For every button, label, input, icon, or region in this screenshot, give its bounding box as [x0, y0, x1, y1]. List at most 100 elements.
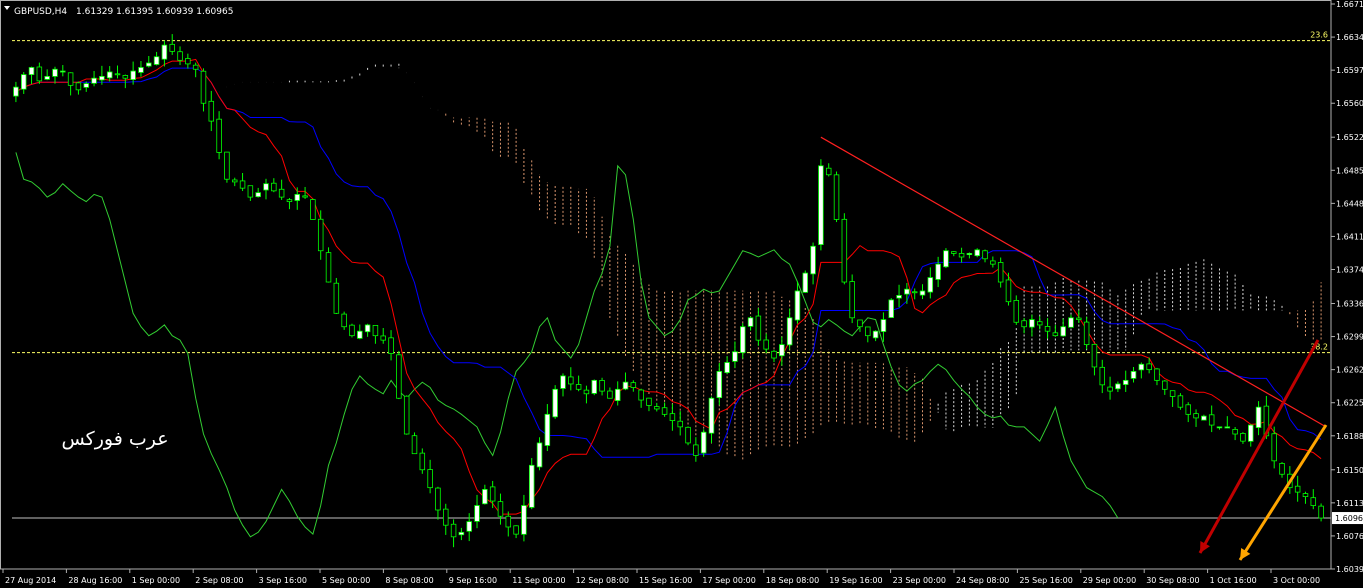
candle-body — [747, 317, 754, 327]
candle-body — [263, 183, 269, 191]
candle-body — [755, 315, 762, 341]
candle-body — [997, 262, 1004, 283]
candle-body — [779, 344, 785, 357]
candle-body — [661, 407, 668, 415]
candle-body — [599, 380, 605, 392]
candle-body — [99, 76, 105, 81]
candle-body — [185, 58, 191, 65]
candle-body — [693, 444, 699, 456]
candle-body — [740, 326, 746, 354]
candle-body — [106, 71, 113, 79]
candle-body — [216, 118, 222, 153]
candle-body — [325, 252, 332, 283]
candle-body — [138, 67, 144, 73]
price-axis[interactable]: 1.6671 1.6634 1.6597 1.6560 1.6522 1.6485 1.64… — [1331, 0, 1363, 574]
current-price-label: 1.6096 — [1335, 514, 1363, 523]
watermark-text: عرب فوركس — [61, 428, 168, 450]
candle-body — [1076, 317, 1082, 320]
candle-body — [528, 464, 535, 508]
candle-body — [1294, 485, 1301, 493]
candle-body — [544, 413, 551, 446]
x-tick-label: 3 Sep 16:00 — [259, 576, 307, 585]
candle-body — [310, 199, 316, 220]
candle-body — [1021, 320, 1027, 328]
y-tick-label: 1.6336 — [1336, 299, 1363, 308]
x-tick-label: 17 Sep 00:00 — [702, 576, 755, 585]
candle-body — [1013, 300, 1020, 323]
y-tick-label: 1.6076 — [1336, 532, 1363, 541]
candle-body — [380, 335, 386, 341]
candle-body — [857, 319, 863, 328]
x-tick-label: 25 Sep 16:00 — [1019, 576, 1072, 585]
candle-body — [130, 70, 136, 81]
candle-body — [200, 70, 207, 104]
candle-body — [482, 489, 488, 505]
y-tick-label: 1.6374 — [1336, 266, 1363, 275]
y-tick-label: 1.6039 — [1336, 565, 1363, 574]
candle-body — [966, 253, 973, 256]
candle-body — [286, 199, 293, 202]
candle-body — [114, 73, 121, 76]
candle-body — [982, 250, 988, 260]
candle-body — [1091, 343, 1098, 368]
candle-body — [1029, 319, 1035, 328]
x-tick-label: 29 Sep 00:00 — [1083, 576, 1136, 585]
candle-body — [44, 76, 50, 80]
time-axis[interactable]: 27 Aug 2014 28 Aug 16:00 1 Sep 00:00 2 Sep … — [2, 569, 1320, 585]
candle-body — [927, 277, 934, 293]
candle-body — [771, 350, 777, 359]
candle-body — [1310, 497, 1317, 506]
candle-body — [1318, 505, 1324, 519]
candle-body — [396, 354, 402, 399]
candle-body — [583, 389, 590, 395]
candle-body — [489, 486, 496, 502]
candle-body — [654, 406, 660, 410]
candle-body — [786, 317, 793, 346]
candle-body — [255, 192, 261, 198]
candle-body — [28, 67, 35, 75]
candle-body — [1005, 279, 1012, 303]
candle-body — [192, 64, 199, 70]
candle-body — [911, 291, 918, 294]
candle-body — [20, 74, 27, 90]
candle-body — [614, 388, 621, 402]
candle-body — [443, 508, 449, 526]
candle-body — [521, 505, 527, 535]
candle-body — [1224, 426, 1231, 429]
candle-body — [622, 381, 629, 390]
candle-body — [505, 515, 512, 528]
candle-body — [716, 371, 723, 399]
y-tick-label: 1.6150 — [1336, 466, 1363, 475]
candle-body — [388, 337, 394, 354]
candle-body — [536, 442, 543, 468]
candle-body — [403, 395, 410, 435]
chart-canvas[interactable]: 23.638.2 1.66711.66341.65971.65601.65221… — [0, 0, 1363, 588]
candle-body — [411, 435, 418, 455]
candle-body — [763, 339, 769, 350]
candle-body — [669, 413, 676, 421]
candle-body — [818, 165, 824, 245]
candle-body — [1060, 326, 1066, 337]
candle-body — [91, 77, 97, 84]
candle-body — [607, 390, 613, 399]
candle-body — [865, 326, 871, 337]
candle-body — [1201, 415, 1207, 421]
plot-area[interactable] — [0, 0, 1331, 569]
candle-body — [1068, 317, 1074, 328]
symbol-header: GBPUSD,H4 — [14, 7, 67, 17]
candle-body — [896, 295, 902, 299]
candle-body — [1177, 395, 1184, 408]
y-tick-label: 1.6671 — [1336, 0, 1363, 9]
candle-body — [943, 250, 949, 268]
candle-body — [700, 431, 707, 454]
x-tick-label: 24 Sep 08:00 — [956, 576, 1009, 585]
candle-body — [591, 379, 597, 394]
candle-body — [247, 185, 254, 198]
x-tick-label: 9 Sep 16:00 — [449, 576, 497, 585]
candle-body — [1169, 390, 1176, 397]
candle-body — [1130, 371, 1137, 379]
candle-body — [1216, 426, 1223, 429]
candle-body — [239, 180, 246, 189]
candle-body — [1036, 321, 1043, 326]
ohlc-readout: 1.61329 1.61395 1.60939 1.60965 — [76, 7, 233, 17]
